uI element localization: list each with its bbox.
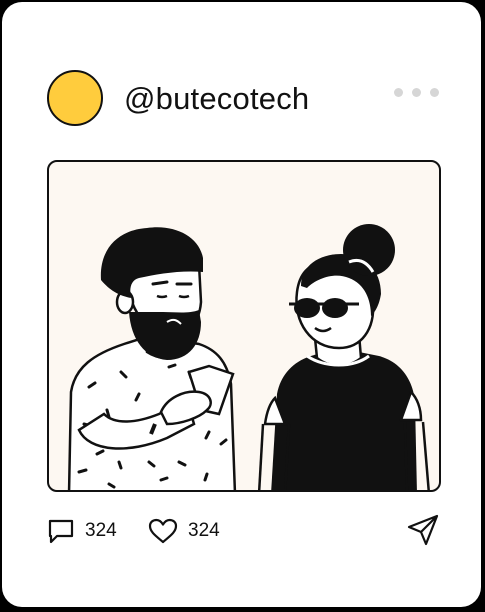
- username[interactable]: @butecotech: [124, 81, 309, 117]
- more-options-button[interactable]: [394, 82, 444, 102]
- comments-action[interactable]: 324: [47, 515, 117, 547]
- like-count: 324: [188, 520, 220, 541]
- post-card: @butecotech 324 324: [2, 2, 481, 607]
- send-icon[interactable]: [406, 513, 440, 547]
- heart-icon: [148, 518, 178, 544]
- illustration-people: [67, 224, 430, 490]
- comment-count: 324: [85, 520, 117, 541]
- comment-icon: [48, 519, 74, 544]
- like-action[interactable]: 324: [148, 515, 220, 547]
- more-horizontal-icon: [394, 87, 403, 97]
- post-image[interactable]: [47, 160, 441, 492]
- avatar[interactable]: [47, 70, 103, 126]
